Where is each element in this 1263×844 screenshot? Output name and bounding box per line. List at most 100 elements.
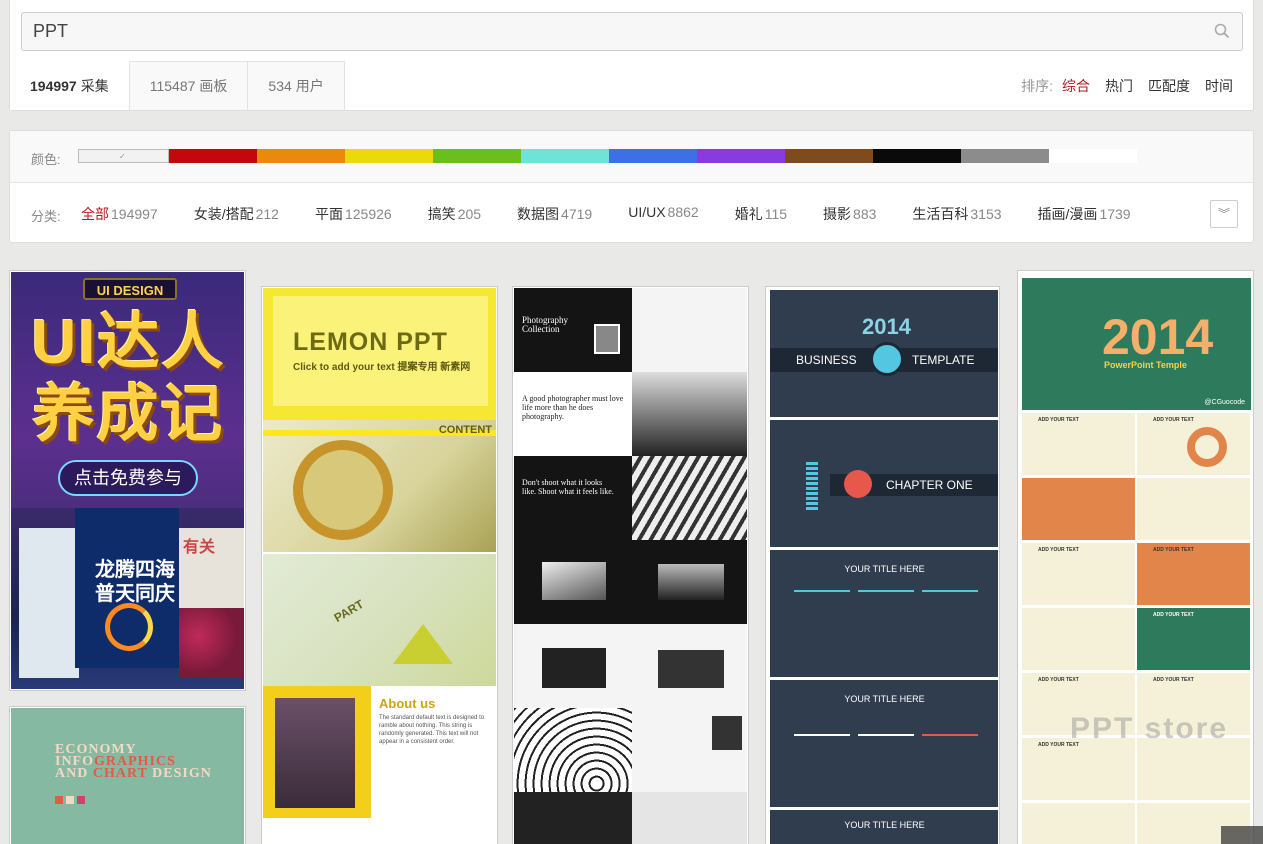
color-swatch-gray[interactable] [961, 149, 1049, 163]
photo [542, 648, 606, 688]
search-input[interactable] [33, 13, 1183, 50]
photo-frame [263, 686, 371, 818]
slide-text [632, 288, 747, 372]
sort-relevance[interactable]: 匹配度 [1148, 76, 1190, 96]
color-dots [55, 796, 85, 804]
tab-boards[interactable]: 115487 画板 [129, 61, 249, 110]
color-swatch-brown[interactable] [785, 149, 873, 163]
column [858, 734, 914, 774]
category-infographic[interactable]: 数据图 4719 [517, 204, 592, 224]
color-swatch-blue[interactable] [609, 149, 697, 163]
color-swatch-white[interactable] [1049, 149, 1137, 163]
color-swatch-yellow[interactable] [345, 149, 433, 163]
slide-subtitle: PowerPoint Temple [1104, 360, 1187, 370]
category-funny[interactable]: 搞笑 205 [428, 204, 481, 224]
donut-graphic [1187, 427, 1227, 467]
slide-photo-building [632, 456, 747, 540]
sort-comprehensive[interactable]: 综合 [1062, 76, 1090, 96]
slide-credit: @CGuocode [1204, 399, 1245, 406]
search-icon[interactable] [1214, 23, 1230, 39]
slide-photo-typewriter [632, 624, 747, 708]
magazine-center: 龙腾四海 普天同庆 [75, 508, 179, 668]
sort-popular[interactable]: 热门 [1105, 76, 1133, 96]
color-swatch-black[interactable] [873, 149, 961, 163]
color-swatch-cyan[interactable] [521, 149, 609, 163]
expand-categories-button[interactable]: ︾ [1210, 200, 1238, 228]
tab-label: 用户 [295, 78, 324, 94]
pin-economy-infographics[interactable]: ECONOMY INFOGRAPHICS AND CHART DESIGN [9, 706, 246, 844]
column [858, 590, 914, 630]
pin-image: LEMON PPT Click to add your text 提案专用 新素… [263, 288, 496, 844]
slide-tile: ADD YOUR TEXT [1137, 413, 1250, 475]
color-swatch-all[interactable]: ✓ [78, 149, 169, 163]
slide-heading: YOUR TITLE HERE [844, 820, 925, 830]
pin-photography-collection[interactable]: Photography Collection A good photograph… [512, 286, 749, 844]
tab-count: 115487 [149, 78, 196, 94]
photo [712, 716, 742, 750]
pin-ppt-2014[interactable]: 2014 PowerPoint Temple @CGuocode ADD YOU… [1017, 270, 1254, 844]
slide-tile: ADD YOUR TEXT [1022, 738, 1135, 800]
tab-pins[interactable]: 194997 采集 [10, 61, 130, 110]
slide-tile: ADD YOUR TEXT [1022, 413, 1135, 475]
content-columns [794, 590, 978, 630]
category-graphic[interactable]: 平面 125926 [315, 204, 392, 224]
search-box[interactable] [21, 12, 1243, 51]
pin-title-line1: UI达人 [31, 308, 226, 377]
pin-badge: UI DESIGN [83, 278, 177, 300]
filter-panel: 颜色: ✓ 分类: 全部 194997 女装/搭配 212 平面 125926 搞笑 2… [9, 130, 1254, 243]
category-uiux[interactable]: UI/UX 8862 [628, 204, 699, 224]
category-count: 8862 [667, 204, 699, 220]
tab-users[interactable]: 534 用户 [248, 61, 345, 110]
pin-image: 2014 BUSINESS TEMPLATE CHAPTER ONE YOUR … [767, 288, 998, 844]
magazine-title: 龙腾四海 普天同庆 [95, 559, 175, 605]
slide-photo-portrait [514, 792, 632, 844]
category-name: 摄影 [823, 206, 852, 222]
slide-photo-silhouette [514, 624, 632, 708]
color-label: 颜色: [31, 152, 61, 167]
slide-part: PART [263, 554, 496, 686]
slide-heading: YOUR TITLE HERE [844, 564, 925, 574]
tile-heading: ADD YOUR TEXT [1038, 547, 1079, 553]
category-count: 194997 [111, 206, 158, 222]
color-swatches: ✓ [78, 149, 1137, 163]
pin-ui-design[interactable]: UI DESIGN UI达人 养成记 点击免费参与 龙腾四海 普天同庆 有关 [9, 270, 246, 691]
category-count: 125926 [344, 206, 392, 222]
color-swatch-orange[interactable] [257, 149, 345, 163]
category-life[interactable]: 生活百科 3153 [912, 204, 1001, 224]
slide-text [632, 708, 747, 792]
category-name: 女装/搭配 [193, 206, 254, 222]
slide-title-right: TEMPLATE [912, 353, 975, 367]
slide-chapter: CHAPTER ONE [770, 420, 998, 547]
sort-label: 排序: [1021, 78, 1053, 94]
chapter-title: CHAPTER ONE [886, 478, 973, 492]
pin-lemon-ppt[interactable]: LEMON PPT Click to add your text 提案专用 新素… [261, 286, 498, 844]
content-columns [794, 734, 978, 774]
color-swatch-green[interactable] [433, 149, 521, 163]
slide-quote: A good photographer must love life more … [514, 372, 632, 456]
dot [66, 796, 74, 804]
check-icon: ✓ [119, 152, 126, 161]
pin-business-template[interactable]: 2014 BUSINESS TEMPLATE CHAPTER ONE YOUR … [765, 286, 1000, 844]
chapter-number-graphic [806, 460, 818, 510]
category-illustration[interactable]: 插画/漫画 1739 [1038, 204, 1131, 224]
slide-cover: 2014 BUSINESS TEMPLATE [770, 290, 998, 417]
category-all[interactable]: 全部 194997 [81, 204, 158, 224]
sort-options: 排序: 综合 热门 匹配度 时间 [1021, 76, 1233, 96]
category-count: 4719 [561, 206, 593, 222]
sort-time[interactable]: 时间 [1205, 76, 1233, 96]
category-fashion[interactable]: 女装/搭配 212 [194, 204, 279, 224]
column [794, 734, 850, 774]
magazine-stack: 龙腾四海 普天同庆 有关 [11, 508, 244, 689]
back-to-top-button[interactable] [1221, 826, 1263, 844]
swirl-graphic [105, 603, 153, 651]
category-photography[interactable]: 摄影 883 [823, 204, 876, 224]
category-name: UI/UX [628, 204, 666, 220]
slide-tile: ADD YOUR TEXT [1022, 543, 1135, 605]
color-swatch-purple[interactable] [697, 149, 785, 163]
category-name: 插画/漫画 [1037, 206, 1098, 222]
slide-content: YOUR TITLE HERE [770, 680, 998, 807]
tab-count: 534 [268, 78, 292, 94]
slide-quote-text: A good photographer must love life more … [522, 394, 624, 421]
category-wedding[interactable]: 婚礼 115 [735, 204, 787, 224]
color-swatch-red[interactable] [169, 149, 257, 163]
